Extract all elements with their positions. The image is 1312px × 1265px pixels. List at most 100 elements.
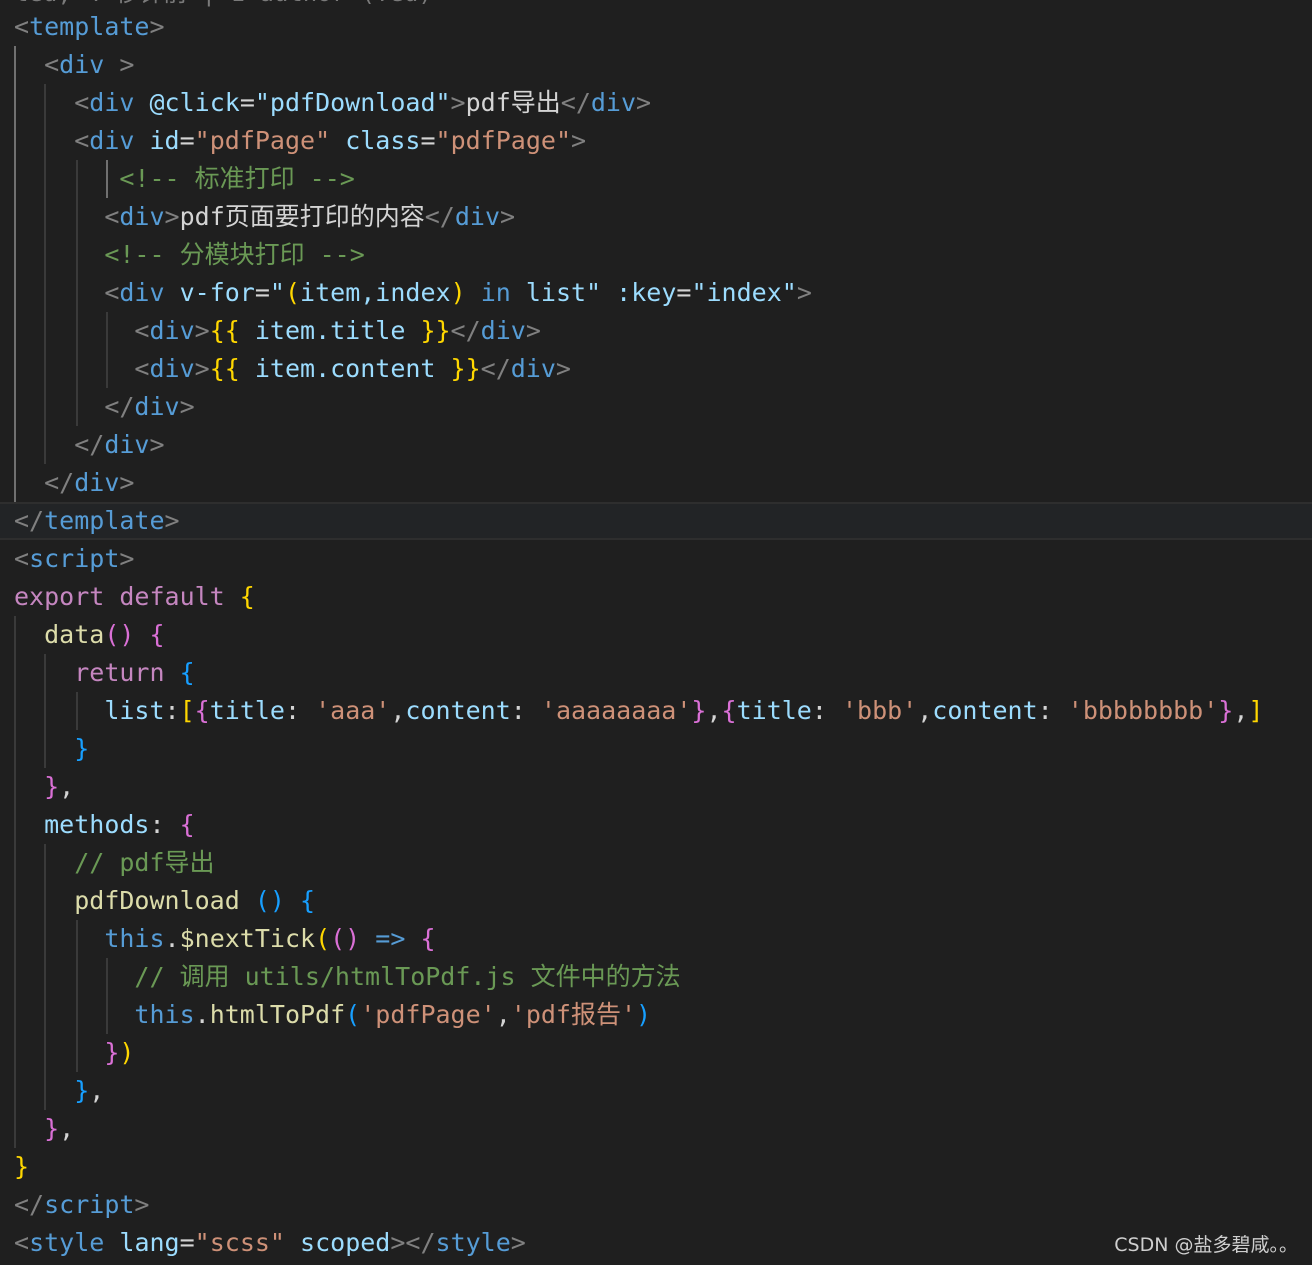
code-line[interactable]: <div>pdf页面要打印的内容</div> — [0, 198, 1312, 236]
code-token: </ — [104, 392, 135, 421]
code-token: </ — [450, 316, 481, 345]
code-line[interactable]: }, — [0, 1072, 1312, 1110]
code-token: { — [300, 886, 316, 915]
code-token: < — [104, 202, 120, 231]
code-token: class — [345, 126, 421, 155]
code-line[interactable]: this.htmlToPdf('pdfPage','pdf报告') — [0, 996, 1312, 1034]
code-editor[interactable]: ted, 4 秒钟前 | 1 author (Ted) <template> <… — [0, 0, 1312, 1265]
code-token: title — [736, 696, 812, 725]
code-token: div — [104, 430, 150, 459]
indent-guide — [44, 654, 46, 768]
code-line[interactable]: <script> — [0, 540, 1312, 578]
code-token: : — [149, 810, 180, 839]
code-token: 'bbbbbbbb' — [1067, 696, 1219, 725]
code-token: script — [29, 544, 120, 573]
code-line[interactable]: }, — [0, 768, 1312, 806]
code-token: lang — [119, 1228, 180, 1257]
code-token: > — [194, 354, 210, 383]
code-token: div — [149, 354, 195, 383]
code-token: } — [1218, 696, 1234, 725]
code-line[interactable]: </template> — [0, 502, 1312, 540]
code-line[interactable]: methods: { — [0, 806, 1312, 844]
code-token: div — [74, 468, 120, 497]
code-token: this — [134, 1000, 195, 1029]
code-token: :key — [616, 278, 677, 307]
code-token: div — [480, 316, 526, 345]
code-line[interactable]: return { — [0, 654, 1312, 692]
code-line[interactable]: </div> — [0, 426, 1312, 464]
code-token: , — [89, 1076, 105, 1105]
code-token: > — [149, 12, 165, 41]
code-line[interactable]: }, — [0, 1110, 1312, 1148]
code-token: script — [44, 1190, 135, 1219]
code-token: < — [14, 544, 30, 573]
code-token: 'pdf报告' — [510, 1000, 637, 1029]
code-token: {{ — [209, 354, 240, 383]
code-token: item.title — [239, 316, 421, 345]
code-line[interactable]: } — [0, 730, 1312, 768]
code-line[interactable]: this.$nextTick(() => { — [0, 920, 1312, 958]
code-line-text: }) — [14, 1034, 134, 1072]
code-token: . — [164, 924, 180, 953]
code-token: > — [525, 316, 541, 345]
code-token: . — [194, 1000, 210, 1029]
code-line[interactable]: list:[{title: 'aaa',content: 'aaaaaaaa'}… — [0, 692, 1312, 730]
code-line-text: </div> — [14, 388, 194, 426]
code-line[interactable]: export default { — [0, 578, 1312, 616]
code-token: div — [59, 50, 105, 79]
code-token: " — [269, 278, 285, 307]
code-line[interactable]: <div>{{ item.content }}</div> — [0, 350, 1312, 388]
code-line[interactable]: </div> — [0, 388, 1312, 426]
code-token: > — [119, 468, 135, 497]
code-token: > — [390, 1228, 406, 1257]
code-token: , — [706, 696, 722, 725]
code-line-text: <!-- 分模块打印 --> — [14, 236, 365, 274]
code-token: data — [44, 620, 105, 649]
code-token: < — [74, 126, 90, 155]
code-token: </ — [480, 354, 511, 383]
code-line[interactable]: <div id="pdfPage" class="pdfPage"> — [0, 122, 1312, 160]
code-token: default — [119, 582, 225, 611]
code-token: () — [330, 924, 361, 953]
code-line[interactable]: data() { — [0, 616, 1312, 654]
code-token: template — [29, 12, 150, 41]
code-line-text: <div>{{ item.title }}</div> — [14, 312, 541, 350]
code-token: ( — [345, 1000, 361, 1029]
code-line[interactable]: </script> — [0, 1186, 1312, 1224]
code-line[interactable]: // pdf导出 — [0, 844, 1312, 882]
code-token: 'pdfPage' — [360, 1000, 496, 1029]
code-token: > — [164, 506, 180, 535]
code-line-text: <div v-for="(item,index) in list" :key="… — [14, 274, 812, 312]
code-token: style — [435, 1228, 511, 1257]
code-token: 'aaa' — [315, 696, 391, 725]
code-line[interactable]: } — [0, 1148, 1312, 1186]
code-token: <!-- 分模块打印 --> — [104, 240, 365, 269]
code-line[interactable]: <div>{{ item.title }}</div> — [0, 312, 1312, 350]
code-line[interactable]: <template> — [0, 8, 1312, 46]
code-line[interactable]: pdfDownload () { — [0, 882, 1312, 920]
code-line[interactable]: <div > — [0, 46, 1312, 84]
code-line[interactable]: }) — [0, 1034, 1312, 1072]
code-token: : — [510, 696, 541, 725]
code-line[interactable]: </div> — [0, 464, 1312, 502]
code-line[interactable]: <div v-for="(item,index) in list" :key="… — [0, 274, 1312, 312]
code-line-text: <div > — [14, 46, 134, 84]
code-token: : — [811, 696, 842, 725]
code-line[interactable]: <!-- 标准打印 --> — [0, 160, 1312, 198]
code-token: this — [104, 924, 165, 953]
code-line[interactable]: // 调用 utils/htmlToPdf.js 文件中的方法 — [0, 958, 1312, 996]
code-line[interactable]: <div @click="pdfDownload">pdf导出</div> — [0, 84, 1312, 122]
code-line[interactable]: <!-- 分模块打印 --> — [0, 236, 1312, 274]
code-token: }} — [450, 354, 481, 383]
code-token: in — [480, 278, 511, 307]
